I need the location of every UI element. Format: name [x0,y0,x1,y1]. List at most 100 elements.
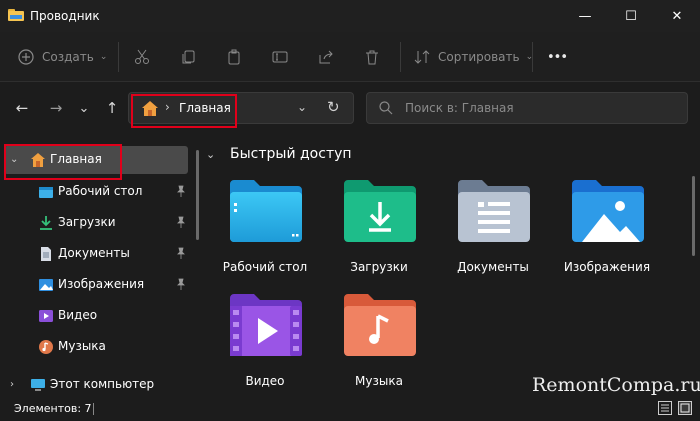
desktop-folder-icon [230,180,302,242]
sidebar-scrollbar[interactable] [196,150,199,240]
more-options-button[interactable]: ••• [547,46,568,68]
music-icon [39,340,53,354]
toolbar-divider [400,42,401,72]
computer-icon [31,379,45,391]
file-explorer-icon [8,9,24,21]
command-bar: Создать ⌄ Сортировать ⌄ ••• [0,32,700,82]
search-icon [379,101,393,115]
delete-icon [366,50,378,65]
toolbar-divider [118,42,119,72]
sidebar-item-this-pc[interactable]: › Этот компьютер [4,371,188,399]
section-header-quick-access[interactable]: Быстрый доступ [230,146,352,162]
cut-button[interactable] [134,46,150,68]
sort-button[interactable]: Сортировать ⌄ [414,46,533,68]
create-button[interactable]: Создать ⌄ [18,46,107,68]
cut-icon [135,49,149,64]
tile-label: Изображения [563,260,651,274]
tile-label: Рабочий стол [222,260,308,274]
details-view-button[interactable] [658,401,672,415]
chevron-down-icon[interactable]: ⌄ [206,148,215,161]
chevron-right-icon: › [10,379,14,390]
sidebar-item-label: Документы [58,246,130,260]
navigation-pane: ⌄ Главная Рабочий стол Загрузки Документ… [0,134,200,396]
sidebar-item-desktop[interactable]: Рабочий стол [4,178,188,206]
share-button[interactable] [318,46,334,68]
content-area: ⌄ Быстрый доступ Рабочий стол Загрузки Д… [206,134,700,396]
downloads-folder-icon [344,180,416,242]
tile-pictures[interactable]: Изображения [552,178,662,288]
title-bar: Проводник — ☐ ✕ [0,0,700,32]
rename-icon [272,51,288,63]
list-view-icon [661,404,669,412]
paste-button[interactable] [226,46,242,68]
tile-downloads[interactable]: Загрузки [324,178,434,288]
tiles-view-icon [680,403,690,413]
tile-label: Загрузки [350,260,408,274]
sidebar-item-videos[interactable]: Видео [4,302,188,330]
videos-folder-icon [230,294,302,356]
status-divider [93,403,94,415]
sidebar-item-label: Рабочий стол [58,184,143,198]
sidebar-item-pictures[interactable]: Изображения [4,271,188,299]
toolbar-divider [532,42,533,72]
sidebar-item-label: Музыка [58,339,106,353]
videos-icon [39,310,53,322]
minimize-button[interactable]: — [562,0,608,32]
music-folder-icon [344,294,416,356]
delete-button[interactable] [364,46,380,68]
sidebar-item-documents[interactable]: Документы [4,240,188,268]
documents-folder-icon [458,180,530,242]
tile-videos[interactable]: Видео [210,292,320,402]
pictures-folder-icon [572,180,644,242]
tile-desktop[interactable]: Рабочий стол [210,178,320,288]
sidebar-item-label: Этот компьютер [50,377,155,391]
sidebar-item-label: Изображения [58,277,145,291]
desktop-icon [39,187,53,198]
close-button[interactable]: ✕ [654,0,700,32]
sidebar-item-downloads[interactable]: Загрузки [4,209,188,237]
window-title: Проводник [30,9,100,23]
search-input[interactable]: Поиск в: Главная [405,101,514,115]
copy-icon [182,50,195,64]
tile-documents[interactable]: Документы [438,178,548,288]
chevron-down-icon: ⌄ [99,52,108,62]
copy-button[interactable] [180,46,196,68]
content-scrollbar[interactable] [692,176,695,256]
documents-icon [41,247,51,261]
sidebar-item-label: Видео [58,308,98,322]
pin-icon [177,216,185,228]
refresh-button[interactable]: ↻ [327,98,340,116]
share-icon [319,50,333,64]
plus-circle-icon [18,49,34,65]
recent-locations-button[interactable]: ⌄ [72,96,96,120]
status-bar: Элементов: 7 [0,396,700,421]
maximize-button[interactable]: ☐ [608,0,654,32]
highlight-box [131,94,237,128]
large-icons-view-button[interactable] [678,401,692,415]
rename-button[interactable] [272,46,288,68]
create-label: Создать [42,50,94,64]
sidebar-item-label: Загрузки [58,215,116,229]
sidebar-item-music[interactable]: Музыка [4,333,188,361]
item-count: Элементов: 7 [14,402,92,415]
address-dropdown-button[interactable]: ⌄ [297,100,307,114]
pin-icon [177,278,185,290]
tile-label: Музыка [355,374,403,388]
highlight-box [4,144,122,180]
forward-button[interactable]: → [44,96,68,120]
pin-icon [177,185,185,197]
pictures-icon [39,279,53,291]
up-button[interactable]: ↑ [100,96,124,120]
pin-icon [177,247,185,259]
watermark-text: RemontCompa.ru [532,374,700,396]
search-box[interactable]: Поиск в: Главная [366,92,688,124]
back-button[interactable]: ← [10,96,34,120]
tile-label: Документы [457,260,529,274]
sort-icon [414,50,430,64]
downloads-icon [40,216,52,230]
paste-icon [228,49,240,65]
tile-music[interactable]: Музыка [324,292,434,402]
sort-label: Сортировать [438,50,520,64]
navigation-bar: ← → ⌄ ↑ › Главная ⌄ ↻ Поиск в: Главная [0,82,700,134]
tile-label: Видео [245,374,285,388]
